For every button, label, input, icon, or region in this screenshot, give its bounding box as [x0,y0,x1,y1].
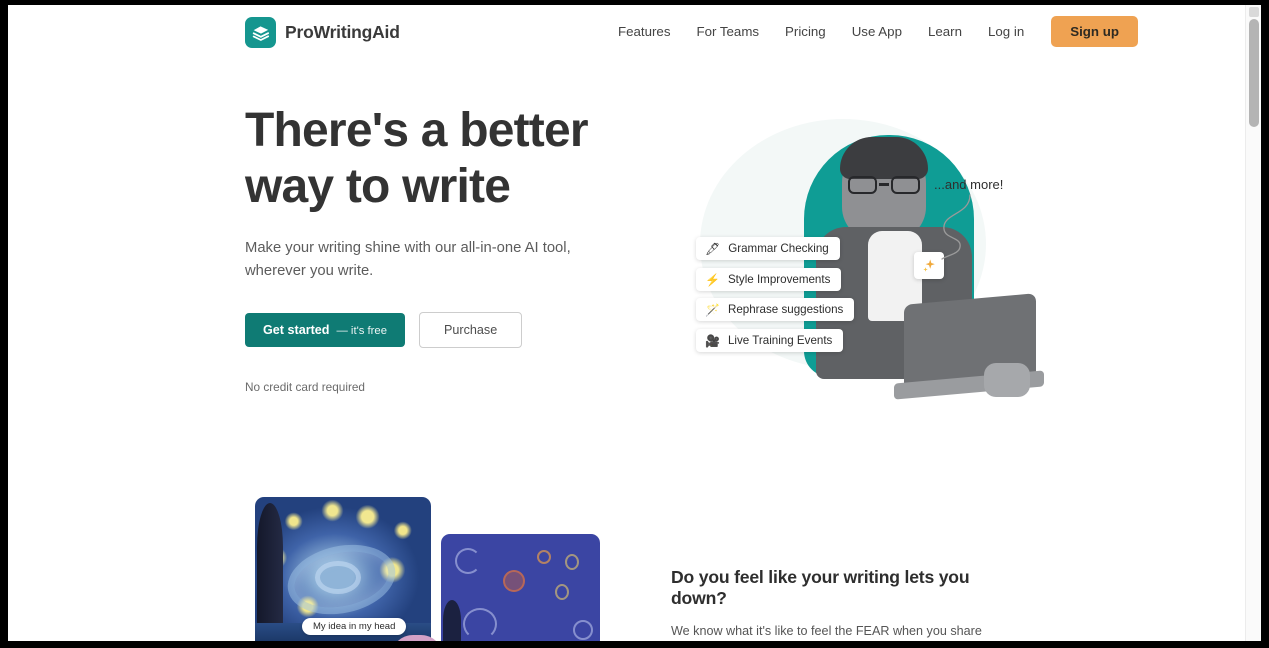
get-started-button[interactable]: Get started — it's free [245,313,405,347]
person-hair [840,137,928,179]
and-more-label: ...and more! [934,177,1004,192]
scribble-shape [463,608,497,640]
swirl-shape [314,560,361,595]
section-two-title: Do you feel like your writing lets you d… [671,567,970,608]
get-started-label: Get started [263,323,330,337]
scribble-shape [503,570,525,592]
image-caption: My idea in my head [302,618,407,635]
nav-item-pricing[interactable]: Pricing [772,18,839,45]
feature-chip-rephrase-suggestions: 🪄 Rephrase suggestions [696,298,855,321]
hero-copy: There's a better way to write Make your … [245,103,645,394]
scribble-shape [573,620,593,640]
brand-logo[interactable]: ProWritingAid [245,17,400,48]
scribble-shape [565,554,579,570]
magic-wand-icon: 🪄 [705,302,720,317]
simplified-painting-card [441,534,600,641]
scrollbar-thumb[interactable] [1249,19,1259,127]
feather-pen-icon: 🖋 [705,241,721,256]
eyeglasses-icon [848,176,920,194]
cypress-tree-shape [443,600,461,641]
section-two-body: We know what it's like to feel the FEAR … [671,624,982,638]
nav-item-features[interactable]: Features [605,18,683,45]
scribble-shape [455,548,481,574]
nav-item-learn[interactable]: Learn [915,18,975,45]
feature-chip-grammar-checking: 🖋 Grammar Checking [696,237,840,260]
scribble-shape [555,584,569,600]
person-hand [984,363,1030,397]
browser-window: ProWritingAid Features For Teams Pricing… [0,0,1269,648]
feature-chip-label: Rephrase suggestions [727,303,844,316]
purchase-button[interactable]: Purchase [419,312,523,348]
hero-cta-group: Get started — it's free Purchase [245,312,645,348]
hero-illustration: 🖋 Grammar Checking ⚡ Style Improvements … [668,97,1044,402]
nav-item-for-teams[interactable]: For Teams [683,18,772,45]
site-header: ProWritingAid Features For Teams Pricing… [8,5,1245,62]
lightning-bolt-icon: ⚡ [705,272,720,287]
feature-chip-style-improvements: ⚡ Style Improvements [696,268,842,291]
sign-up-button[interactable]: Sign up [1051,16,1138,47]
feature-chip-label: Live Training Events [727,334,833,347]
feature-chip-label: Style Improvements [727,273,831,286]
nav-item-log-in[interactable]: Log in [975,18,1037,45]
scroll-up-arrow-icon[interactable] [1249,7,1259,17]
hero-title: There's a better way to write [245,104,589,213]
book-stack-icon [245,17,276,48]
no-credit-card-note: No credit card required [245,380,365,394]
starry-night-comparison: My idea in my head [255,497,600,641]
cypress-tree-shape [257,503,283,641]
nav-item-use-app[interactable]: Use App [839,18,915,45]
curly-arrow-icon [941,194,971,260]
brand-name: ProWritingAid [285,22,400,42]
page-scrollbar[interactable] [1245,5,1261,641]
page-content: ProWritingAid Features For Teams Pricing… [8,5,1245,641]
hero-subtitle: Make your writing shine with our all-in-… [245,240,571,279]
section-two-copy: Do you feel like your writing lets you d… [671,567,1021,641]
feature-chip-live-training-events: 🎥 Live Training Events [696,329,844,352]
scribble-shape [537,550,551,564]
get-started-note: — it's free [336,325,388,337]
page-viewport: ProWritingAid Features For Teams Pricing… [8,5,1261,641]
video-camera-icon: 🎥 [705,333,720,348]
main-navigation: Features For Teams Pricing Use App Learn… [605,16,1138,47]
feature-chip-label: Grammar Checking [728,242,829,255]
